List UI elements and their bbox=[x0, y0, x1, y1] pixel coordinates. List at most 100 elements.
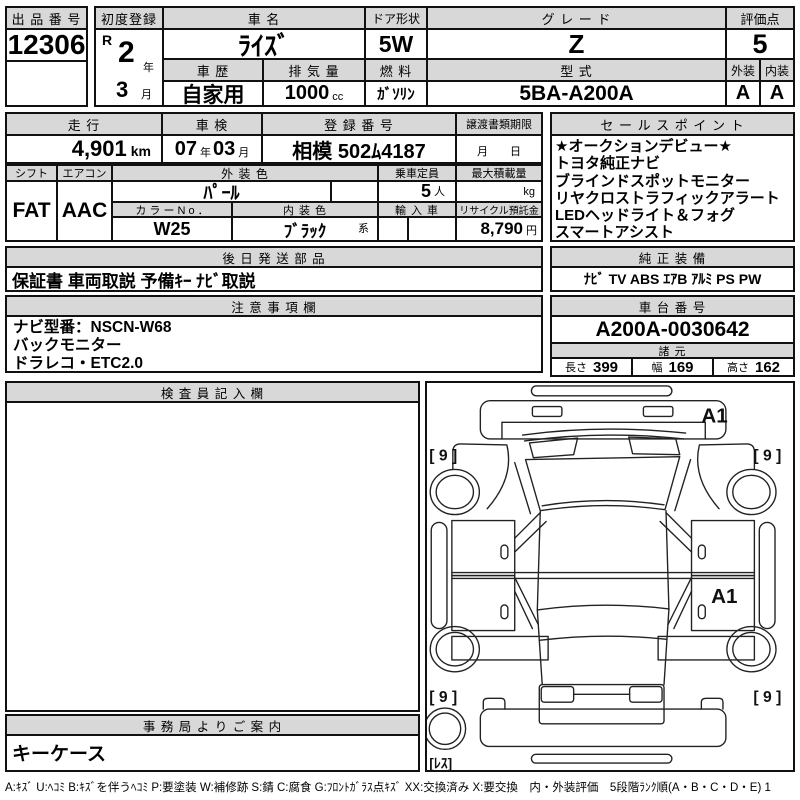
grade-text: Z bbox=[569, 29, 585, 60]
chassis-number-header: 車 台 番 号 bbox=[550, 295, 795, 317]
max-load-unit: kg bbox=[523, 186, 535, 198]
transfer-deadline-value: 月 日 bbox=[455, 134, 543, 164]
lot-number-header: 出 品 番 号 bbox=[5, 6, 88, 30]
sales-points-label: セ ー ル ス ポ イ ン ト bbox=[600, 115, 744, 134]
month-unit: 月 bbox=[141, 86, 152, 102]
factory-equipment-label: 純 正 装 備 bbox=[639, 248, 706, 267]
chassis-number-value: A200A-0030642 bbox=[550, 315, 795, 344]
era-mark: R bbox=[102, 32, 112, 48]
registration-number-label: 登 録 番 号 bbox=[324, 115, 394, 134]
tail-light-right bbox=[630, 687, 662, 703]
import-value bbox=[377, 216, 457, 242]
first-registration-label: 初度登録 bbox=[101, 9, 157, 28]
rear-bumper-strip bbox=[531, 754, 671, 763]
legend: A:ｷｽﾞ U:ﾍｺﾐ B:ｷｽﾞを伴うﾍｺﾐ P:要塗装 W:補修跡 S:錆 … bbox=[5, 779, 797, 795]
wheel-rear-left-inner bbox=[436, 632, 473, 665]
inspector-notes-header: 検 査 員 記 入 欄 bbox=[5, 381, 420, 403]
front-bumper-strip bbox=[531, 386, 671, 396]
grade-header: グ レ ー ド bbox=[426, 6, 727, 30]
cowl-line-1 bbox=[523, 429, 686, 435]
damage-mark-door-a1: A1 bbox=[711, 585, 737, 608]
door-handle-rear-left bbox=[501, 605, 508, 619]
side-sill-right bbox=[759, 522, 775, 628]
sales-point-item: ブラインドスポットモニター bbox=[555, 173, 750, 190]
inspection-year: 07 bbox=[175, 138, 197, 161]
spec-width-label: 幅 bbox=[651, 359, 662, 375]
chassis-number-text: A200A-0030642 bbox=[595, 318, 749, 342]
score-header: 評価点 bbox=[725, 6, 795, 30]
exterior-grade-label: 外装 bbox=[731, 62, 755, 79]
exterior-grade-text: A bbox=[736, 82, 750, 105]
ship-later-value: 保証書 車両取説 予備ｷｰ ﾅﾋﾞ取説 bbox=[5, 266, 543, 292]
wheel-front-left bbox=[430, 469, 479, 514]
fuel-value: ｶﾞｿﾘﾝ bbox=[364, 80, 428, 107]
spec-length-value: 399 bbox=[593, 359, 618, 376]
factory-equipment-header: 純 正 装 備 bbox=[550, 246, 795, 268]
rear-window-bottom bbox=[539, 636, 667, 640]
displacement-value: 1000cc bbox=[262, 80, 366, 107]
spec-height-value: 162 bbox=[755, 359, 780, 376]
rear-bumper-tab-right bbox=[701, 698, 723, 709]
interior-grade-value: A bbox=[759, 80, 795, 107]
displacement-number: 1000 bbox=[285, 82, 330, 105]
recycle-deposit-unit: 円 bbox=[526, 222, 537, 240]
band-front-right-1 bbox=[666, 513, 692, 539]
aircon-label: エアコン bbox=[63, 165, 107, 181]
fuel-label: 燃 料 bbox=[380, 61, 413, 80]
color-no-text: W25 bbox=[153, 219, 190, 240]
score-label: 評価点 bbox=[740, 9, 779, 28]
mileage-label: 走 行 bbox=[68, 115, 101, 134]
wheel-front-right-inner bbox=[733, 475, 770, 508]
ship-later-text: 保証書 車両取説 予備ｷｰ ﾅﾋﾞ取説 bbox=[12, 267, 256, 292]
spare-tire-inner bbox=[429, 713, 460, 744]
front-garnish-right bbox=[643, 407, 672, 417]
office-info-header: 事 務 局 よ り ご 案 内 bbox=[5, 714, 420, 736]
factory-equipment-text: ﾅﾋﾞ TV ABS ｴｱB ｱﾙﾐ PS PW bbox=[584, 269, 762, 289]
sales-points-list: ★オークションデビュー★ トヨタ純正ナビ ブラインドスポットモニター リヤクロス… bbox=[550, 134, 795, 242]
band-rear-left-2 bbox=[515, 591, 533, 628]
history-text: 自家用 bbox=[182, 79, 245, 109]
mileage-value: 4,901km bbox=[5, 134, 163, 164]
displacement-label: 排 気 量 bbox=[288, 61, 339, 80]
spare-tire bbox=[427, 708, 466, 749]
wheel-front-right bbox=[727, 469, 776, 514]
tailgate bbox=[539, 685, 664, 724]
car-name-text: ﾗｲｽﾞ bbox=[238, 26, 290, 63]
front-door-right bbox=[692, 521, 755, 576]
history-label: 車 歴 bbox=[197, 61, 230, 80]
recycle-deposit-label: リサイクル預託金 bbox=[459, 202, 539, 217]
recycle-deposit-value: 8,790円 bbox=[455, 216, 543, 242]
hatch-side-right bbox=[664, 609, 669, 685]
spec-height-cell: 高さ162 bbox=[712, 357, 795, 377]
rear-bumper-tab-left bbox=[483, 698, 505, 709]
door-handle-rear-right bbox=[698, 605, 705, 619]
shift-text: FAT bbox=[12, 199, 50, 223]
model-code-header: 型 式 bbox=[426, 58, 727, 82]
door-handle-front-right bbox=[698, 545, 705, 559]
door-shape-header: ドア形状 bbox=[364, 6, 428, 30]
factory-equipment-value: ﾅﾋﾞ TV ABS ｴｱB ｱﾙﾐ PS PW bbox=[550, 266, 795, 292]
wheel-rear-right bbox=[727, 627, 776, 672]
interior-color-value: ﾌﾞﾗｯｸ 系 bbox=[231, 216, 379, 242]
max-load-value: kg bbox=[455, 180, 543, 203]
score-text: 5 bbox=[752, 29, 767, 60]
rear-door-left bbox=[452, 576, 515, 631]
door-handle-front-left bbox=[501, 545, 508, 559]
shift-value: FAT bbox=[5, 180, 58, 242]
roof-side-right bbox=[666, 511, 669, 610]
grade-label: グ レ ー ド bbox=[542, 9, 612, 28]
wheel-rear-right-inner bbox=[733, 632, 770, 665]
month-value: 3 bbox=[116, 77, 128, 103]
inspection-year-unit: 年 bbox=[200, 144, 211, 162]
car-name-value: ﾗｲｽﾞ bbox=[162, 28, 366, 60]
quarter-panel-right bbox=[658, 636, 754, 660]
first-registration-header: 初度登録 bbox=[94, 6, 164, 30]
rear-window-top bbox=[537, 605, 669, 610]
tail-light-left bbox=[541, 687, 573, 703]
first-registration-month: 3 月 bbox=[96, 77, 162, 105]
sales-point-item: ★オークションデビュー★ bbox=[555, 138, 732, 155]
quarter-panel-left bbox=[452, 636, 548, 660]
registration-number-value: 相模 502ﾑ4187 bbox=[261, 134, 457, 164]
sales-point-item: トヨタ純正ナビ bbox=[555, 155, 660, 172]
sales-point-item: LEDヘッドライト＆フォグ bbox=[555, 207, 735, 224]
